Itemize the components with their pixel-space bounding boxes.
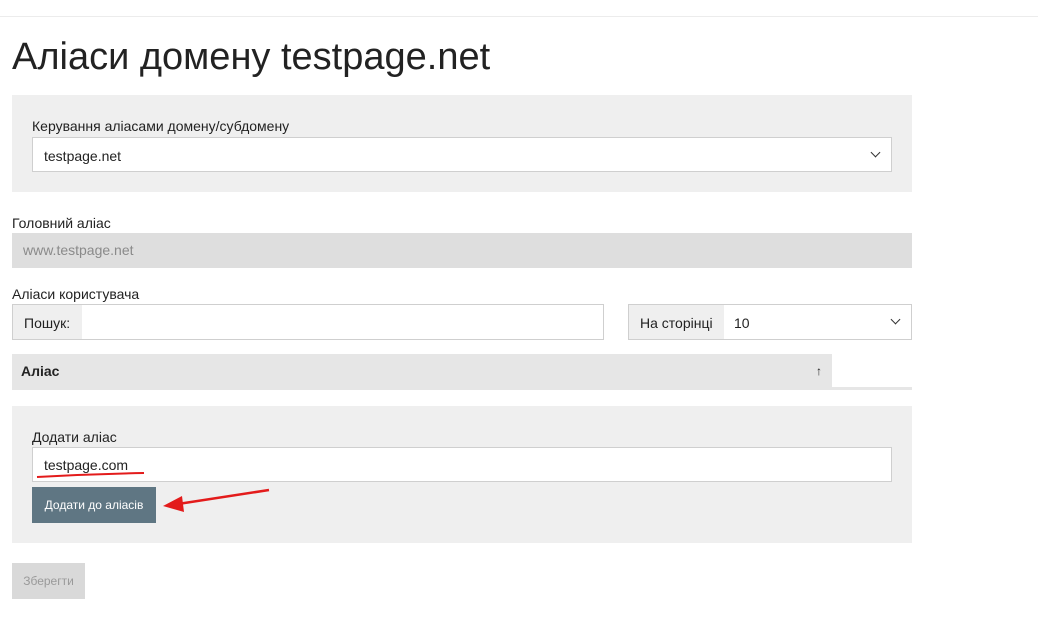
main-alias-label: Головний аліас — [12, 215, 111, 231]
user-aliases-label: Аліаси користувача — [12, 286, 140, 302]
chevron-down-icon — [890, 314, 901, 325]
cropped-top-glyph — [350, 0, 364, 2]
save-button[interactable]: Зберегти — [12, 563, 85, 599]
per-page-value: 10 — [734, 315, 750, 331]
page-title: Аліаси домену testpage.net — [12, 36, 491, 78]
search-group: Пошук: — [12, 304, 604, 340]
add-alias-button[interactable]: Додати до аліасів — [32, 487, 156, 523]
search-label-addon: Пошук: — [13, 305, 82, 339]
add-alias-label: Додати аліас — [32, 429, 117, 445]
per-page-label-addon: На сторінці — [629, 305, 724, 339]
table-header-underline — [12, 387, 912, 390]
column-header-label: Аліас — [21, 363, 60, 379]
add-alias-input[interactable]: testpage.com — [32, 447, 892, 482]
search-input[interactable] — [85, 311, 595, 333]
main-alias-field: www.testpage.net — [12, 233, 912, 268]
sort-arrow-icon: ↑ — [816, 364, 822, 378]
table-header-alias[interactable]: Аліас ↑ — [12, 354, 832, 388]
domain-select[interactable]: testpage.net — [32, 137, 892, 172]
per-page-select[interactable]: 10 — [724, 305, 911, 339]
top-divider — [0, 16, 1038, 17]
domain-select-label: Керування аліасами домену/субдомену — [32, 118, 290, 134]
add-alias-value: testpage.com — [44, 457, 129, 473]
chevron-down-icon — [870, 147, 881, 158]
per-page-label: На сторінці — [640, 315, 713, 331]
search-label: Пошук: — [24, 315, 71, 331]
main-alias-value: www.testpage.net — [23, 242, 134, 258]
per-page-group: На сторінці 10 — [628, 304, 912, 340]
domain-select-value: testpage.net — [44, 148, 122, 164]
